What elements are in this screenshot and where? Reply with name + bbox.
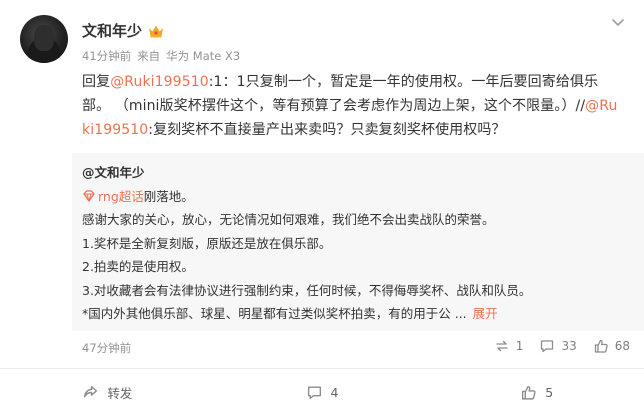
thumbs-up-icon <box>594 339 608 353</box>
quoted-time[interactable]: 47分钟前 <box>82 340 131 356</box>
comment-icon <box>307 385 321 399</box>
quoted-line: 感谢大家的关心，放心，无论情况如何艰难，我们绝不会出卖战队的荣誉。 <box>82 212 495 227</box>
action-bar: 转发 4 5 <box>0 369 644 415</box>
repost-button[interactable]: 转发 <box>0 369 215 415</box>
topic-row: rng超话 刚落地。 <box>82 185 632 209</box>
post-meta: 41分钟前 来自 华为 Mate X3 <box>82 48 240 64</box>
quoted-line: 3.对收藏者会有法律协议进行强制约束，任何时候，不得侮辱奖杯、战队和队员。 <box>82 282 532 298</box>
source-prefix: 来自 <box>137 49 161 63</box>
quoted-line: 2.拍卖的是使用权。 <box>82 259 194 274</box>
reply-prefix: 回复 <box>82 74 111 90</box>
diamond-topic-icon <box>83 190 95 202</box>
quoted-like-count: 68 <box>614 339 630 353</box>
username-row: 文和年少 <box>82 20 164 41</box>
username[interactable]: 文和年少 <box>82 20 142 41</box>
reply-text: 回复@Ruki199510:1：1只复制一个，暂定是一年的使用权。一年后要回寄给… <box>82 70 622 142</box>
source-device: 华为 Mate X3 <box>166 49 241 63</box>
chevron-down-icon[interactable] <box>610 14 626 30</box>
post-time[interactable]: 41分钟前 <box>82 48 131 64</box>
crown-icon <box>149 25 164 37</box>
like-button[interactable]: 5 <box>429 369 644 415</box>
expand-link[interactable]: 展开 <box>473 306 498 321</box>
quoted-post[interactable]: @文和年少 rng超话 刚落地。 感谢大家的关心，放心，无论情况如何艰难，我们绝不… <box>72 153 644 331</box>
mention-link[interactable]: @Ruki199510 <box>110 74 209 90</box>
repost-icon <box>496 340 508 352</box>
repost-icon <box>84 385 98 397</box>
comment-icon <box>541 340 554 353</box>
quoted-reply-count: 1 <box>515 339 524 353</box>
quoted-line-last: *国内外其他俱乐部、球星、明星都有过类似奖杯拍卖，有的用于公 ... 展开 <box>82 302 632 326</box>
avatar[interactable] <box>20 15 68 63</box>
thumbs-up-icon <box>522 385 536 400</box>
comment-count: 4 <box>330 384 339 400</box>
quoted-line: 1.奖杯是全新复刻版，原版还是放在俱乐部。 <box>82 235 332 251</box>
quoted-author[interactable]: @文和年少 <box>82 161 632 185</box>
quoted-repost-button[interactable]: 1 <box>494 338 524 354</box>
quoted-comment-button[interactable]: 33 <box>539 338 577 354</box>
quoted-comment-count: 33 <box>561 339 577 353</box>
quoted-actions: 1 33 68 <box>494 338 630 354</box>
repost-label: 转发 <box>107 385 133 401</box>
quoted-line-text: *国内外其他俱乐部、球星、明星都有过类似奖杯拍卖，有的用于公 ... <box>82 306 467 321</box>
like-count: 5 <box>545 384 554 400</box>
topic-link[interactable]: rng超话 <box>98 185 144 209</box>
comment-button[interactable]: 4 <box>215 369 430 415</box>
quoted-like-button[interactable]: 68 <box>593 338 630 354</box>
reply-body-quoted: :复刻奖杯不直接量产出来卖吗？只卖复刻奖杯使用权吗？ <box>148 122 506 138</box>
topic-suffix: 刚落地。 <box>143 188 194 204</box>
weibo-comment-card: 文和年少 41分钟前 来自 华为 Mate X3 回复@Ruki199510:1… <box>0 0 644 415</box>
